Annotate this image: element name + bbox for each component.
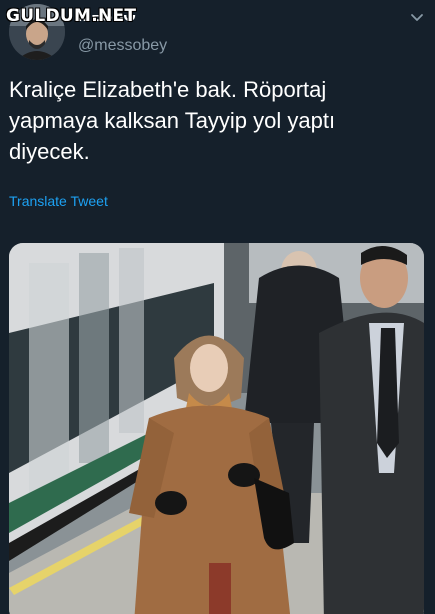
photo-illustration	[9, 243, 424, 614]
site-watermark: GULDUM.NET	[6, 6, 137, 26]
chevron-down-icon[interactable]	[409, 10, 425, 26]
tweet-photo[interactable]	[9, 243, 424, 614]
user-handle[interactable]: @messobey	[78, 37, 167, 55]
tweet-view: GULDUM.NET MESSO @messobey Kraliçe Eliza…	[0, 0, 435, 614]
tweet-line: diyecek.	[9, 139, 90, 164]
tweet-line: yapmaya kalksan Tayyip yol yaptı	[9, 108, 336, 133]
tweet-line: Kraliçe Elizabeth'e bak. Röportaj	[9, 77, 327, 102]
translate-tweet-link[interactable]: Translate Tweet	[9, 193, 108, 209]
tweet-text: Kraliçe Elizabeth'e bak. Röportaj yapmay…	[9, 74, 427, 167]
